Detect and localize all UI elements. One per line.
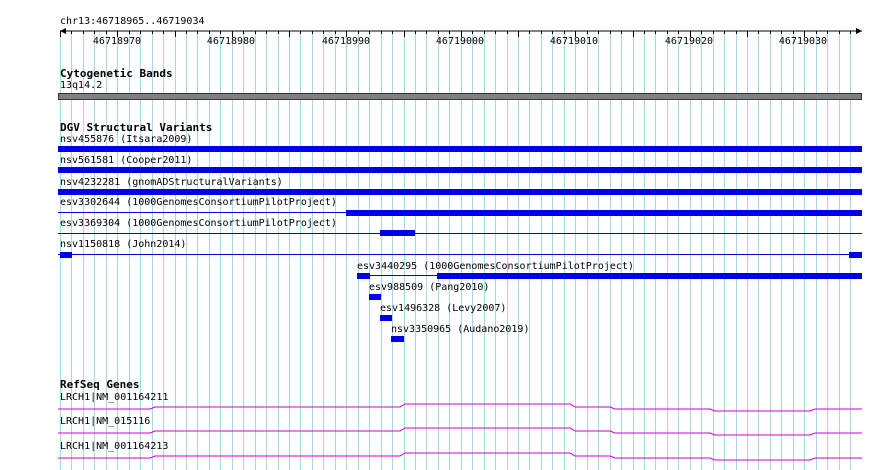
- genome-browser-view: chr13:46718965..46719034 46718970 467189…: [0, 0, 890, 470]
- gene-intron-line: [58, 452, 862, 461]
- gene-intron-line: [58, 403, 862, 412]
- gene-models[interactable]: [0, 0, 890, 470]
- gene-intron-line: [58, 427, 862, 436]
